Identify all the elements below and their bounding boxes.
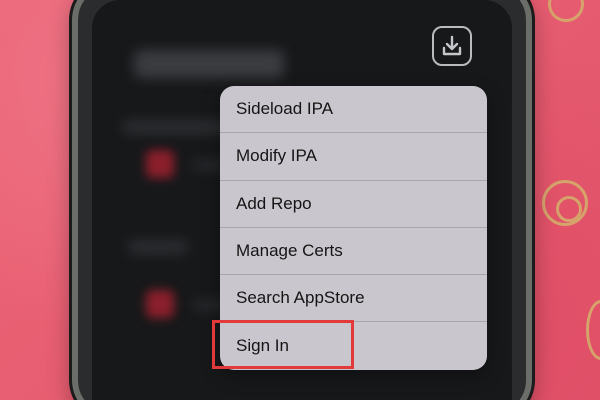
- blurred-app-icon: [146, 150, 174, 178]
- download-button[interactable]: [432, 26, 472, 66]
- blurred-row: [128, 240, 188, 254]
- download-tray-icon: [442, 35, 462, 56]
- menu-item-modify-ipa[interactable]: Modify IPA: [220, 133, 487, 181]
- menu-item-sign-in[interactable]: Sign In: [220, 322, 487, 369]
- menu-item-manage-certs[interactable]: Manage Certs: [220, 228, 487, 276]
- context-menu: Sideload IPA Modify IPA Add Repo Manage …: [220, 86, 487, 370]
- blurred-app-icon: [146, 290, 174, 318]
- menu-item-search-appstore[interactable]: Search AppStore: [220, 275, 487, 323]
- gold-spiral-decoration: [556, 196, 582, 222]
- blurred-title: [134, 50, 284, 78]
- menu-item-add-repo[interactable]: Add Repo: [220, 181, 487, 228]
- menu-item-sideload-ipa[interactable]: Sideload IPA: [220, 86, 487, 134]
